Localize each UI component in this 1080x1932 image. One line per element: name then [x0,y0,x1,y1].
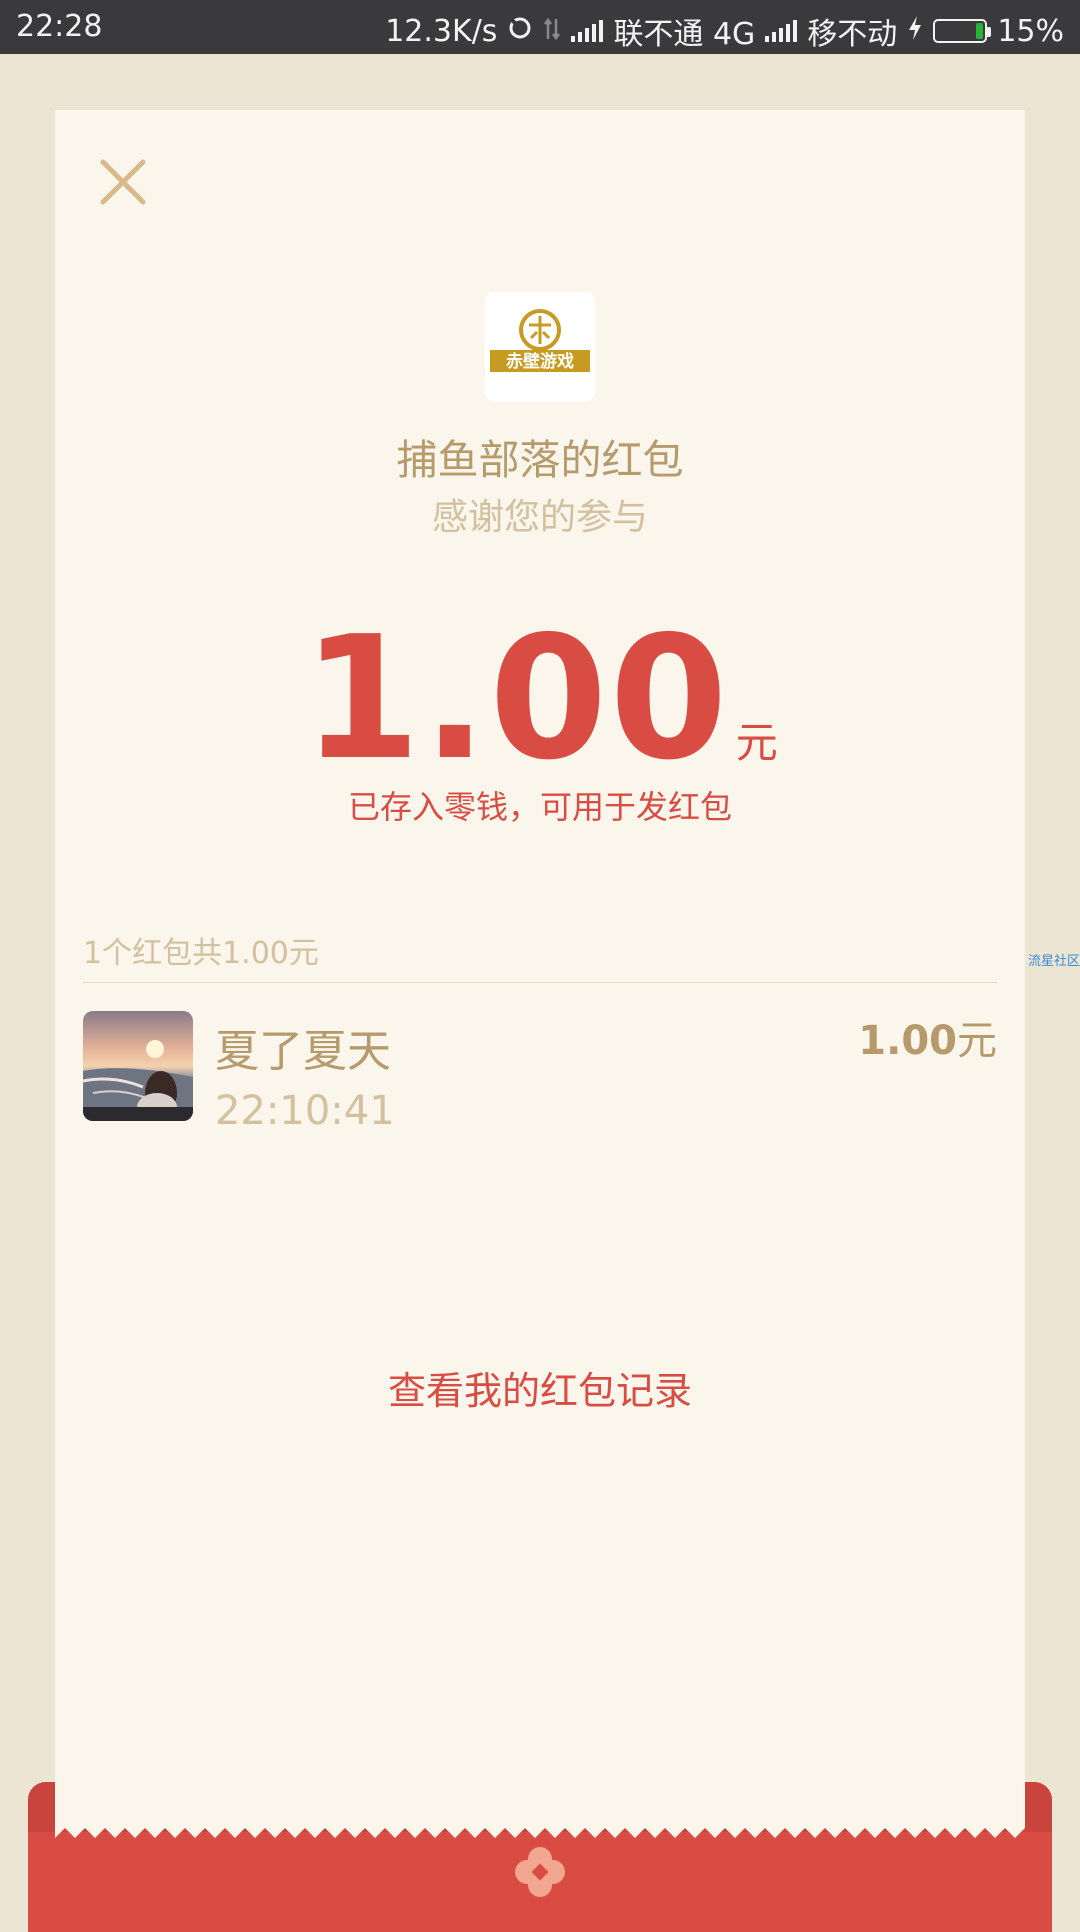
amount-display: 1.00 元 [55,600,1025,798]
flower-seal-icon [515,1847,565,1897]
signal-icon-2 [765,20,798,42]
carrier-2: 移不动 [807,17,898,52]
status-bar: 22:28 12.3K/s 联不通 4G 移不动 15% [0,0,1080,54]
card-zigzag-edge [55,1820,1025,1838]
receive-time: 22:10:41 [215,1088,395,1134]
carrier-1: 联不通 4G [613,17,756,52]
receiver-amount: 1.00元 [858,1008,997,1066]
packet-title: 捕鱼部落的红包 [396,436,684,484]
clock: 22:28 [16,9,103,44]
sync-icon [507,14,533,49]
watermark: 流星社区 [1028,954,1080,969]
amount-value: 1.00 [302,600,730,798]
close-icon[interactable] [93,152,153,212]
status-icons: 12.3K/s 联不通 4G 移不动 15% [385,9,1064,53]
data-transfer-icon [543,14,561,49]
sunset-photo [83,1011,193,1121]
charging-icon [907,14,923,49]
logo-text: 赤壁游戏 [506,351,574,372]
red-packet-detail-card: 赤壁游戏 捕鱼部落的红包 感谢您的参与 1.00 元 已存入零钱，可用于发红包 1… [55,110,1025,1828]
view-records-link[interactable]: 查看我的红包记录 [55,1360,1025,1415]
avatar[interactable] [83,1011,193,1121]
battery-percent: 15% [997,13,1064,49]
signal-icon [571,20,604,42]
receiver-amount-value: 1.00 [858,1018,957,1064]
receiver-amount-unit: 元 [957,1018,997,1064]
sender-logo: 赤壁游戏 [485,292,595,402]
network-speed: 12.3K/s [385,13,498,49]
packet-subtitle: 感谢您的参与 [431,497,648,538]
battery-icon [933,19,992,43]
receiver-name: 夏了夏天 [215,1026,391,1077]
packet-summary: 1个红包共1.00元 [83,936,319,971]
divider [83,982,997,983]
deposit-note: 已存入零钱，可用于发红包 [347,788,732,826]
game-logo-icon: 赤壁游戏 [490,309,590,372]
amount-unit: 元 [735,718,778,767]
